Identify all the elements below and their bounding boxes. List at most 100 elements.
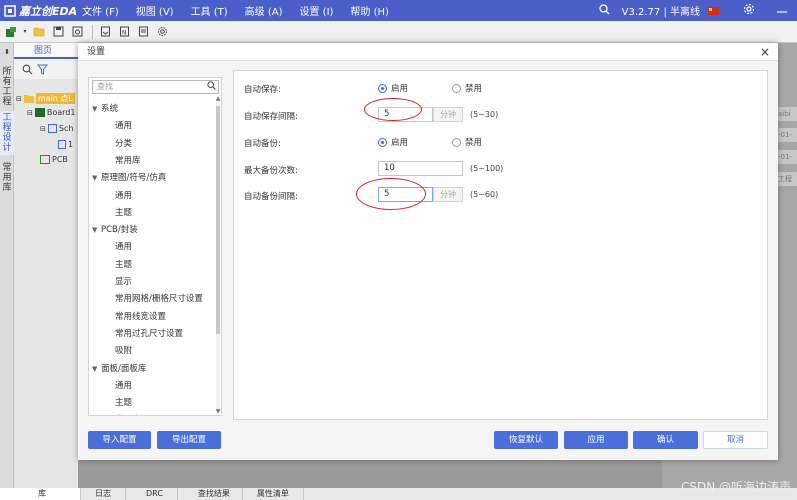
auto-save-interval-label: 自动保存间隔:	[244, 112, 298, 122]
folder-icon[interactable]	[31, 25, 47, 39]
radio-label: 启用	[391, 84, 409, 94]
minimize-icon[interactable]	[777, 5, 787, 16]
auto-save-disable-radio[interactable]: 禁用	[452, 82, 482, 94]
rail-collapse-icon[interactable]: ⬍	[0, 45, 14, 59]
bottom-tab-find-results[interactable]: 查找结果	[178, 488, 243, 500]
tree-subitem[interactable]: 通用	[115, 189, 132, 201]
tree-category[interactable]: ▼ PCB/封装	[92, 223, 138, 235]
menu-advanced[interactable]: 高级 (A)	[245, 3, 283, 18]
gear-icon[interactable]	[743, 3, 755, 18]
bottom-tab-library[interactable]: 库	[0, 488, 81, 500]
app-logo: 嘉立创EDA	[0, 3, 82, 19]
tree-scrollbar[interactable]	[216, 100, 220, 412]
bottom-tab-log[interactable]: 日志	[81, 488, 126, 500]
tree-item-label: PCB/封装	[101, 225, 138, 236]
restore-default-button[interactable]: 恢复默认	[494, 431, 558, 449]
scroll-up-icon[interactable]: ▲	[215, 95, 221, 102]
bottom-tab-properties[interactable]: 属性清单	[243, 488, 304, 500]
menu-view[interactable]: 视图 (V)	[136, 3, 174, 18]
bottom-tab-drc[interactable]: DRC	[126, 488, 178, 500]
app-logo-text: 嘉立创EDA	[19, 4, 78, 18]
tree-subitem[interactable]: 通用	[115, 119, 132, 131]
tree-subitem[interactable]: 显示	[115, 275, 132, 287]
auto-save-enable-radio[interactable]: 启用	[378, 82, 408, 94]
settings-gear-icon[interactable]	[154, 25, 170, 39]
import-icon[interactable]	[97, 25, 113, 39]
tree-label-pcb: PCB	[52, 155, 68, 164]
search-icon[interactable]	[598, 3, 610, 18]
tree-item-label: 常用网格/栅格尺寸设置	[115, 294, 203, 305]
watermark-text: CSDN @听海边涛声	[680, 480, 791, 494]
tree-subitem[interactable]: 常用线宽设置	[115, 310, 166, 322]
tree-category[interactable]: ▼ 系统	[92, 102, 118, 114]
tree-subitem[interactable]: 吸附	[115, 344, 132, 356]
folder-icon	[23, 95, 34, 103]
menu-help[interactable]: 帮助 (H)	[350, 3, 389, 18]
cancel-button[interactable]: 取消	[703, 431, 768, 449]
menu-file[interactable]: 文件 (F)	[82, 3, 119, 18]
max-backup-input[interactable]: 10	[378, 161, 463, 176]
tree-row-page1[interactable]: 1	[58, 140, 73, 149]
scroll-down-icon[interactable]: ▼	[215, 408, 221, 415]
export-config-button[interactable]: 导出配置	[157, 431, 221, 449]
tree-subitem[interactable]: 常用网格/栅格尺寸设置	[115, 292, 203, 304]
auto-backup-label: 自动备份:	[244, 139, 281, 149]
tree-category[interactable]: ▼ 原理图/符号/仿真	[92, 171, 166, 183]
caret-down-icon[interactable]: ▼	[92, 174, 101, 182]
tree-item-label: 原理图/符号/仿真	[101, 173, 167, 184]
radio-dot	[452, 137, 461, 147]
tree-item-label: 主题	[115, 398, 133, 409]
document-icon[interactable]	[135, 25, 151, 39]
new-project-icon[interactable]	[3, 25, 19, 39]
auto-save-label: 自动保存:	[244, 85, 281, 95]
rail-tab-common-library[interactable]: 常用库	[0, 161, 14, 195]
tree-search-placeholder: 查找	[97, 82, 113, 91]
left-panel-search	[14, 59, 78, 79]
tree-subitem[interactable]: 通用	[115, 240, 132, 252]
scrollbar-thumb[interactable]	[216, 106, 220, 334]
rail-tab-project-design[interactable]: 工程设计	[0, 111, 14, 155]
right-cell: -01-	[776, 128, 797, 142]
tree-item-label: 系统	[101, 104, 119, 114]
tree-row-board[interactable]: ⊟ Board1	[27, 108, 75, 117]
auto-backup-disable-radio[interactable]: 禁用	[452, 136, 482, 148]
tree-row-main[interactable]: ⊟ main 点L	[16, 93, 75, 104]
import-config-button[interactable]: 导入配置	[88, 431, 151, 449]
radio-dot	[378, 83, 387, 93]
auto-backup-enable-radio[interactable]: 启用	[378, 136, 408, 148]
tree-subitem[interactable]: 常用库	[115, 413, 141, 415]
tree-search-input[interactable]: 查找	[92, 80, 219, 94]
tree-row-pcb[interactable]: PCB	[40, 155, 68, 164]
rail-tab-all-projects[interactable]: 所有工程	[0, 65, 14, 109]
tree-subitem[interactable]: 主题	[115, 396, 132, 408]
ok-button[interactable]: 确认	[633, 431, 698, 449]
left-rail: ⬍ 所有工程 工程设计 常用库	[0, 43, 14, 488]
tree-subitem[interactable]: 常用库	[115, 154, 141, 166]
caret-down-icon[interactable]: ▼	[92, 365, 101, 373]
tree-subitem[interactable]: 通用	[115, 379, 132, 391]
caret-down-icon[interactable]: ▼	[92, 105, 101, 113]
search-icon[interactable]	[22, 64, 33, 75]
save-all-icon[interactable]	[69, 25, 85, 39]
panel-header-pages[interactable]: 图页	[14, 43, 78, 59]
settings-panel: 自动保存: 启用 禁用 自动保存间隔: 5 分钟 (5~30) 自动备份: 启用…	[233, 70, 768, 420]
tree-subitem[interactable]: 主题	[115, 206, 132, 218]
china-flag-icon[interactable]	[708, 6, 719, 15]
netlist-icon[interactable]: N	[116, 25, 132, 39]
tree-row-sch[interactable]: ⊟ Sch	[40, 124, 73, 133]
search-icon[interactable]	[207, 81, 216, 94]
tree-category[interactable]: ▼ 面板/面板库	[92, 362, 146, 374]
apply-button[interactable]: 应用	[564, 431, 628, 449]
radio-dot	[452, 83, 461, 93]
close-icon[interactable]: ×	[760, 45, 770, 59]
tree-item-label: 面板/面板库	[101, 363, 147, 374]
tree-subitem[interactable]: 主题	[115, 258, 132, 270]
menu-tools[interactable]: 工具 (T)	[191, 3, 228, 18]
filter-icon[interactable]	[37, 64, 48, 75]
tree-subitem[interactable]: 常用过孔尺寸设置	[115, 327, 183, 339]
menu-settings[interactable]: 设置 (I)	[299, 3, 333, 18]
save-icon[interactable]	[50, 25, 66, 39]
dropdown-arrow-icon[interactable]: ▾	[22, 25, 28, 39]
caret-down-icon[interactable]: ▼	[92, 226, 101, 234]
tree-subitem[interactable]: 分类	[115, 137, 132, 149]
